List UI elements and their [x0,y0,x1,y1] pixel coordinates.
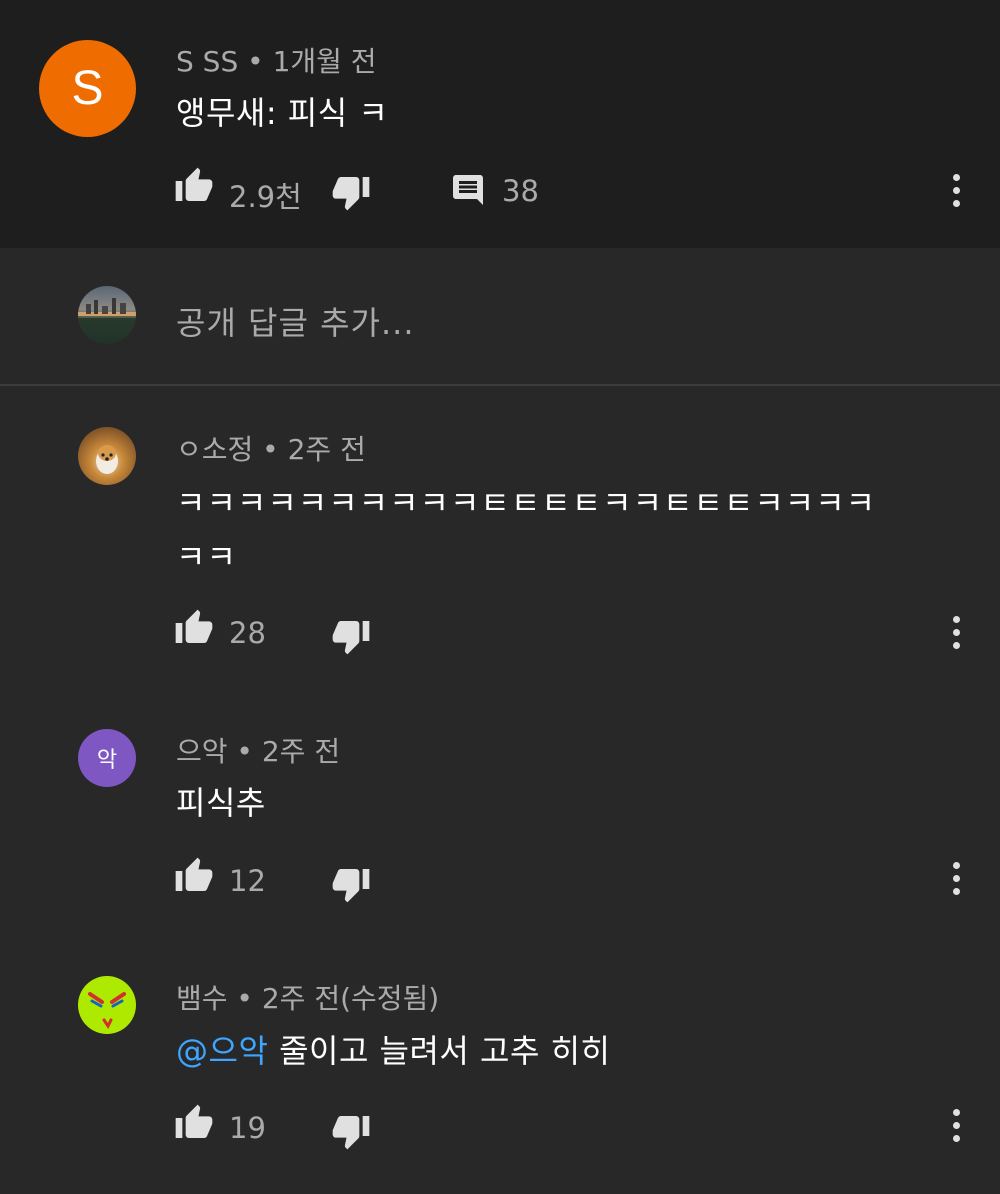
like-count: 12 [229,864,266,898]
avatar-letter: 악 [96,748,118,773]
meta-separator: • [238,45,273,78]
timestamp[interactable]: 2주 전(수정됨) [262,982,439,1015]
comment-meta: 뱀수 • 2주 전(수정됨) [176,977,439,1017]
like-count: 28 [229,616,266,650]
timestamp[interactable]: 2주 전 [262,735,340,768]
comment-meta: ㅇ소정 • 2주 전 [176,428,366,468]
comment-text: 피식추 [176,784,266,822]
dog-photo-icon [96,445,118,474]
comment-meta: S SS • 1개월 전 [176,40,377,80]
comment-body: 줄이고 늘려서 고추 히히 [268,1032,611,1070]
avatar[interactable]: 악 [78,729,136,787]
thumbs-down-icon[interactable] [331,1111,371,1151]
thumbs-down-icon[interactable] [331,864,371,904]
action-row: 12 [0,850,1000,910]
more-options-icon[interactable] [941,858,971,902]
like-count: 19 [229,1111,266,1145]
action-row: 2.9천 38 [0,160,1000,220]
comment-text-line2: ㅋㅋ [176,538,237,576]
thumbs-up-icon[interactable] [174,1103,214,1143]
comment-text: 앵무새: 피식 ㅋ [176,94,389,132]
city-photo-icon [78,298,136,344]
thumbs-up-icon[interactable] [174,166,214,206]
reply-count: 38 [502,174,539,208]
comment-meta: 으악 • 2주 전 [176,730,340,770]
avatar[interactable] [78,427,136,485]
comment-text-line1: ㅋㅋㅋㅋㅋㅋㅋㅋㅋㅋㅌㅌㅌㅌㅋㅋㅌㅌㅌㅋㅋㅋㅋ [176,484,877,522]
author-name[interactable]: 뱀수 [176,982,228,1015]
avatar[interactable]: S [39,40,136,137]
thumbs-down-icon[interactable] [331,172,371,212]
face-drawing-icon [88,992,126,1029]
reply-input-placeholder[interactable]: 공개 답글 추가... [176,298,415,344]
reply-input-bar[interactable] [0,248,1000,386]
mention-link[interactable]: @으악 [176,1032,268,1070]
comment-icon[interactable] [450,172,486,208]
author-name[interactable]: ㅇ소정 [176,433,253,466]
top-comment: S S SS • 1개월 전 앵무새: 피식 ㅋ 2.9천 38 [0,0,1000,248]
thumbs-up-icon[interactable] [174,856,214,896]
action-row: 28 [0,602,1000,662]
meta-separator: • [253,433,288,466]
more-options-icon[interactable] [941,170,971,214]
meta-separator: • [227,982,262,1015]
avatar[interactable] [78,976,136,1034]
like-count: 2.9천 [229,180,302,214]
timestamp[interactable]: 1개월 전 [273,45,377,78]
meta-separator: • [227,735,262,768]
author-name[interactable]: S SS [176,45,238,78]
thumbs-up-icon[interactable] [174,608,214,648]
avatar-letter: S [71,62,104,115]
author-name[interactable]: 으악 [176,735,228,768]
timestamp[interactable]: 2주 전 [288,433,366,466]
thumbs-down-icon[interactable] [331,616,371,656]
more-options-icon[interactable] [941,1105,971,1149]
action-row: 19 [0,1097,1000,1157]
comment-text: @으악 줄이고 늘려서 고추 히히 [176,1026,610,1072]
more-options-icon[interactable] [941,612,971,656]
user-avatar [78,286,136,344]
